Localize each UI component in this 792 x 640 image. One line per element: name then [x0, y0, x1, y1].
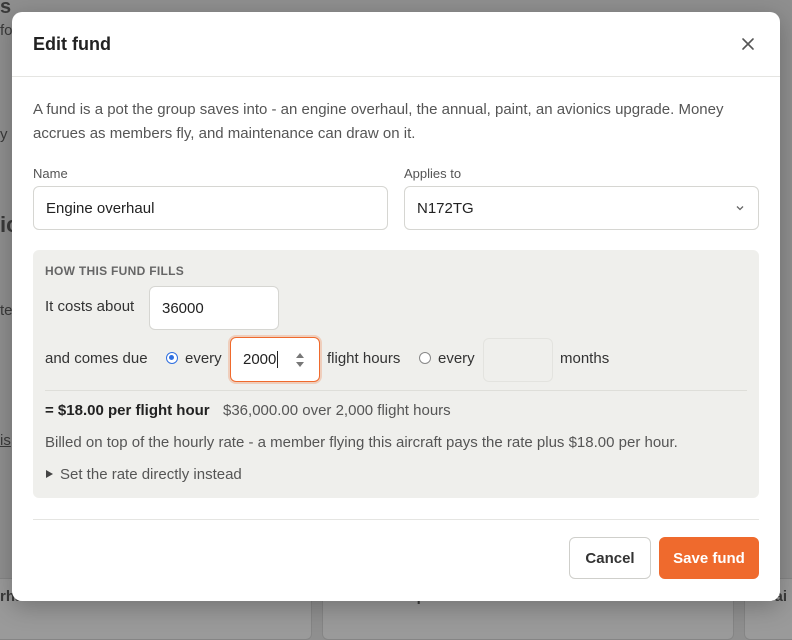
- save-fund-button[interactable]: Save fund: [659, 537, 759, 579]
- billed-note: Billed on top of the hourly rate - a mem…: [45, 434, 678, 451]
- spinner-icon[interactable]: [295, 350, 305, 370]
- dialog-description: A fund is a pot the group saves into - a…: [33, 101, 724, 142]
- background-fragment: s: [0, 0, 12, 18]
- dialog-title: Edit fund: [33, 34, 111, 54]
- dialog-header: Edit fund: [12, 12, 780, 77]
- costs-label: It costs about: [45, 298, 135, 315]
- name-input-value: Engine overhaul: [46, 199, 155, 217]
- every-hours-label: every: [185, 350, 222, 367]
- due-label: and comes due: [45, 350, 148, 367]
- applies-to-label: Applies to: [404, 166, 462, 181]
- cost-input[interactable]: 36000: [149, 286, 279, 330]
- set-rate-toggle[interactable]: Set the rate directly instead: [45, 466, 242, 483]
- chevron-down-icon: [736, 206, 744, 211]
- name-input[interactable]: Engine overhaul: [33, 186, 388, 230]
- rate-result: = $18.00 per flight hour: [45, 402, 210, 419]
- months-input[interactable]: [483, 338, 553, 382]
- applies-to-select[interactable]: N172TG: [404, 186, 759, 230]
- footer-divider: [33, 519, 759, 520]
- background-fragment: fo: [0, 22, 13, 39]
- months-radio[interactable]: [419, 352, 431, 364]
- name-label: Name: [33, 166, 68, 181]
- months-unit-label: months: [560, 350, 610, 367]
- hours-radio[interactable]: [166, 352, 178, 364]
- close-button[interactable]: [738, 34, 758, 54]
- set-rate-label: Set the rate directly instead: [60, 466, 242, 483]
- hours-input[interactable]: 2000: [230, 337, 320, 382]
- hours-input-value: 2000: [243, 351, 277, 368]
- cost-input-value: 36000: [162, 299, 204, 317]
- rate-detail: $36,000.00 over 2,000 flight hours: [223, 402, 451, 419]
- edit-fund-dialog: Edit fund A fund is a pot the group save…: [12, 12, 780, 601]
- close-icon: [742, 38, 754, 50]
- background-fragment: is: [0, 432, 11, 449]
- radio-dot: [169, 355, 174, 360]
- panel-divider: [45, 390, 747, 391]
- caret-right-icon: [46, 470, 53, 478]
- fund-fill-panel: HOW THIS FUND FILLS It costs about 36000…: [33, 250, 759, 498]
- applies-to-value: N172TG: [417, 199, 474, 217]
- background-fragment: y: [0, 126, 8, 143]
- panel-title: HOW THIS FUND FILLS: [45, 264, 185, 278]
- hours-unit-label: flight hours: [327, 350, 401, 367]
- cancel-button[interactable]: Cancel: [569, 537, 651, 579]
- text-cursor: [277, 351, 279, 368]
- background-fragment: te: [0, 302, 13, 319]
- every-months-label: every: [438, 350, 475, 367]
